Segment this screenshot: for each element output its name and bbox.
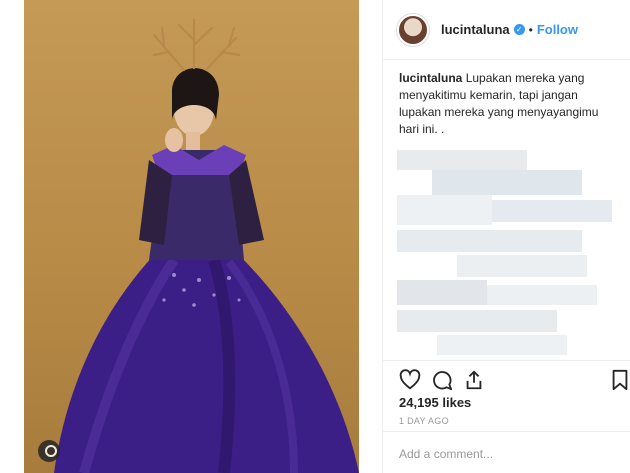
separator-dot: • — [528, 22, 533, 37]
gown-illustration — [54, 18, 359, 473]
post-header: lucintaluna ✓ • Follow — [383, 0, 630, 60]
blurred-comments — [397, 150, 617, 360]
post-panel: lucintaluna ✓ • Follow lucintaluna Lupak… — [382, 0, 630, 473]
caption: lucintaluna Lupakan mereka yang menyakit… — [399, 70, 619, 138]
heart-icon[interactable] — [399, 369, 421, 391]
follow-button[interactable]: Follow — [537, 22, 578, 37]
comment-input[interactable] — [399, 444, 615, 464]
bookmark-icon[interactable] — [609, 369, 630, 391]
comment-icon[interactable] — [431, 369, 453, 391]
share-icon[interactable] — [463, 369, 485, 391]
verified-badge-icon: ✓ — [513, 24, 525, 35]
post-time[interactable]: 1 DAY AGO — [399, 416, 449, 426]
likes-count[interactable]: 24,195 likes — [399, 395, 471, 410]
actions-bar — [383, 360, 630, 396]
post-photo[interactable] — [24, 0, 359, 473]
username[interactable]: lucintaluna — [441, 22, 510, 37]
instagram-mark-icon — [38, 440, 60, 462]
comment-box — [383, 431, 630, 473]
avatar[interactable] — [397, 13, 429, 46]
caption-username[interactable]: lucintaluna — [399, 71, 462, 85]
